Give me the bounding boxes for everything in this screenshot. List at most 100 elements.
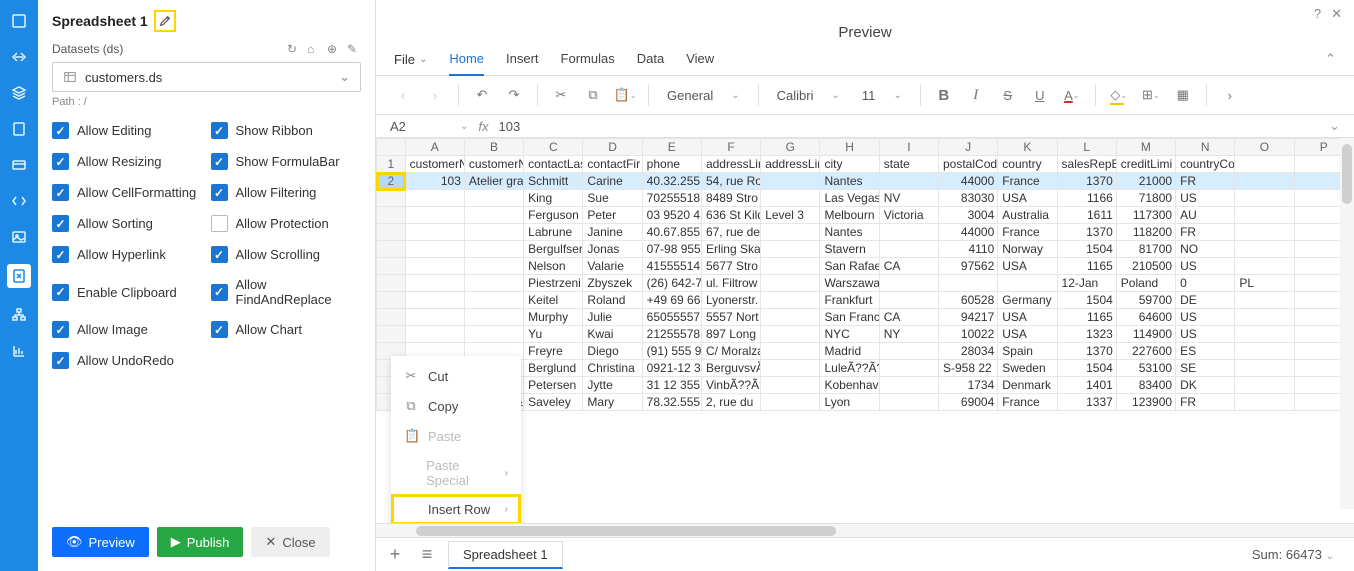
option-allow-scrolling[interactable]: Allow Scrolling (211, 246, 362, 263)
cell[interactable]: Janine (583, 224, 642, 241)
cell[interactable] (405, 326, 464, 343)
cell[interactable]: DE (1176, 292, 1235, 309)
option-allow-filtering[interactable]: Allow Filtering (211, 184, 362, 201)
cell[interactable]: Nantes (820, 173, 879, 190)
formula-value[interactable]: 103 (499, 119, 521, 134)
cell[interactable]: Level 3 (761, 207, 820, 224)
header-cell[interactable]: phone (642, 156, 701, 173)
cell[interactable]: 1504 (1057, 360, 1116, 377)
cell[interactable] (879, 377, 938, 394)
cell[interactable]: 40.32.255 (642, 173, 701, 190)
cell[interactable]: Peter (583, 207, 642, 224)
cell[interactable]: 117300 (1116, 207, 1175, 224)
rail-link-icon[interactable] (10, 48, 28, 66)
cell[interactable]: US (1176, 309, 1235, 326)
merge-button[interactable]: ▦ (1170, 82, 1196, 108)
rail-card-icon[interactable] (10, 156, 28, 174)
cell[interactable]: France (998, 224, 1057, 241)
column-header-L[interactable]: L (1057, 139, 1116, 156)
cell[interactable] (464, 207, 523, 224)
cell[interactable]: USA (998, 258, 1057, 275)
cell[interactable]: Germany (998, 292, 1057, 309)
ribbon-tab-home[interactable]: Home (449, 51, 484, 76)
header-cell[interactable]: contactFir (583, 156, 642, 173)
refresh-icon[interactable]: ↻ (287, 42, 301, 56)
cell[interactable]: 64600 (1116, 309, 1175, 326)
cell[interactable]: Piestrzeni (524, 275, 583, 292)
file-menu[interactable]: File ⌄ (394, 52, 427, 75)
add-sheet-button[interactable]: + (384, 544, 406, 565)
vertical-scrollbar[interactable] (1340, 138, 1354, 509)
cell[interactable]: 44000 (939, 173, 998, 190)
cell[interactable] (405, 207, 464, 224)
cell[interactable]: 97562 (939, 258, 998, 275)
cell[interactable]: NO (1176, 241, 1235, 258)
cell[interactable]: AU (1176, 207, 1235, 224)
rail-layers-icon[interactable] (10, 84, 28, 102)
cell[interactable]: 0921-12 3 (642, 360, 701, 377)
cell[interactable]: VinbÃ??Ã? (701, 377, 760, 394)
column-header-E[interactable]: E (642, 139, 701, 156)
header-cell[interactable]: contactLas (524, 156, 583, 173)
borders-button[interactable]: ⊞⌄ (1138, 82, 1164, 108)
rail-org-icon[interactable] (10, 306, 28, 324)
cell[interactable] (761, 190, 820, 207)
column-header-O[interactable]: O (1235, 139, 1294, 156)
cell[interactable]: 21000 (1116, 173, 1175, 190)
formula-expand-icon[interactable]: ⌄ (1329, 118, 1340, 134)
copy-button[interactable]: ⧉ (580, 82, 606, 108)
cell[interactable]: NY (879, 326, 938, 343)
bold-button[interactable]: B (931, 82, 957, 108)
cell[interactable]: Jonas (583, 241, 642, 258)
cell[interactable] (761, 377, 820, 394)
ribbon-tab-formulas[interactable]: Formulas (561, 51, 615, 75)
column-header-J[interactable]: J (939, 139, 998, 156)
cell[interactable]: Melbourn (820, 207, 879, 224)
ribbon-tab-view[interactable]: View (686, 51, 714, 75)
cell[interactable]: Atelier gra (464, 173, 523, 190)
cell[interactable] (464, 326, 523, 343)
cell[interactable]: San Franci (820, 309, 879, 326)
header-cell[interactable]: postalCod (939, 156, 998, 173)
cell[interactable]: 1504 (1057, 241, 1116, 258)
cell[interactable] (405, 258, 464, 275)
cell[interactable]: Lyon (820, 394, 879, 411)
cell[interactable]: 123900 (1116, 394, 1175, 411)
option-allow-protection[interactable]: Allow Protection (211, 215, 362, 232)
home-icon[interactable]: ⌂ (307, 42, 321, 56)
cell[interactable]: Denmark (998, 377, 1057, 394)
option-allow-chart[interactable]: Allow Chart (211, 321, 362, 338)
cell[interactable]: 103 (405, 173, 464, 190)
cell[interactable]: 0 (1176, 275, 1235, 292)
font-size-select[interactable]: 11⌄ (854, 86, 910, 105)
cell[interactable] (761, 224, 820, 241)
cell[interactable]: PL (1235, 275, 1294, 292)
cell[interactable]: Erling Ska (701, 241, 760, 258)
cell[interactable]: FR (1176, 394, 1235, 411)
column-header-D[interactable]: D (583, 139, 642, 156)
preview-button[interactable]: 👁 Preview (52, 527, 149, 557)
header-cell[interactable]: creditLimi (1116, 156, 1175, 173)
cell[interactable]: US (1176, 258, 1235, 275)
cell[interactable]: 65055557 (642, 309, 701, 326)
paste-button[interactable]: 📋⌄ (612, 82, 638, 108)
cell[interactable] (464, 309, 523, 326)
cell[interactable]: 44000 (939, 224, 998, 241)
cell[interactable]: (91) 555 9 (642, 343, 701, 360)
help-icon[interactable]: ? (1314, 6, 1321, 22)
cell[interactable] (761, 326, 820, 343)
cell[interactable]: 5557 Nort (701, 309, 760, 326)
option-show-ribbon[interactable]: Show Ribbon (211, 122, 362, 139)
row-header[interactable] (377, 190, 406, 207)
cell[interactable]: 59700 (1116, 292, 1175, 309)
header-cell[interactable]: salesRepE (1057, 156, 1116, 173)
row-header[interactable] (377, 241, 406, 258)
menu-copy[interactable]: ⧉Copy (392, 391, 520, 421)
cell[interactable]: Murphy (524, 309, 583, 326)
cell[interactable]: USA (998, 309, 1057, 326)
cell[interactable]: Lyonerstr. (701, 292, 760, 309)
cell[interactable]: Petersen (524, 377, 583, 394)
cell[interactable]: France (998, 173, 1057, 190)
cell[interactable] (405, 241, 464, 258)
cell[interactable]: CA (879, 309, 938, 326)
